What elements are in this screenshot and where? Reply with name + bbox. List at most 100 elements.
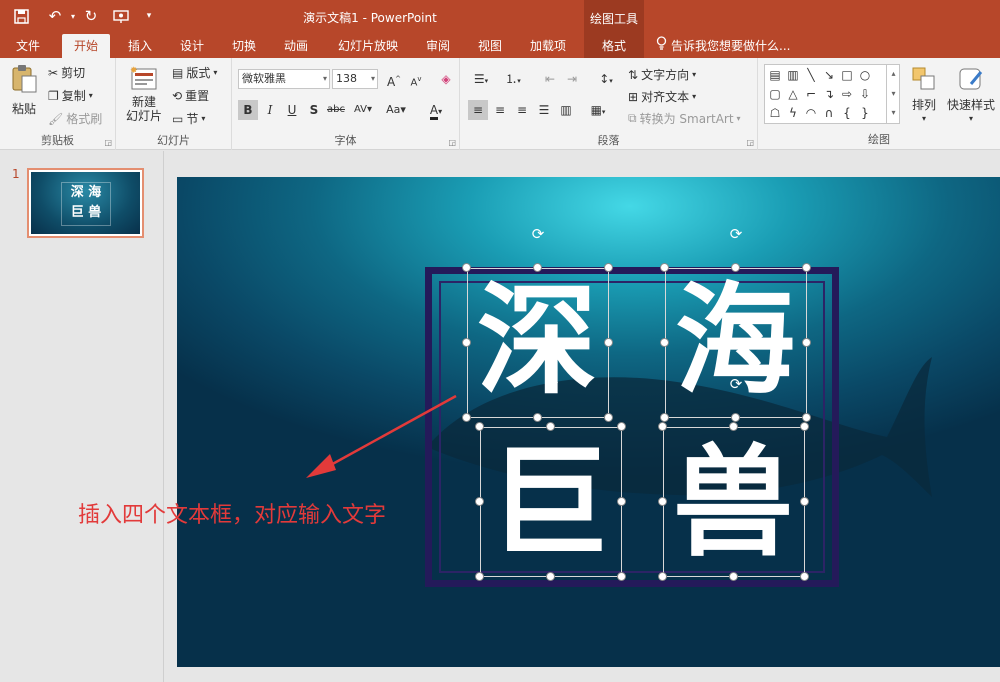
resize-handle[interactable] bbox=[604, 263, 613, 272]
dialog-launcher-icon[interactable]: ◲ bbox=[104, 138, 112, 147]
vertical-textbox-shape-icon[interactable]: ▥ bbox=[785, 67, 801, 83]
resize-handle[interactable] bbox=[617, 497, 626, 506]
font-name-combo[interactable]: 微软雅黑 ▾ bbox=[238, 69, 330, 89]
resize-handle[interactable] bbox=[802, 263, 811, 272]
tab-transitions[interactable]: 切换 bbox=[222, 34, 266, 58]
textbox-shape-icon[interactable]: ▤ bbox=[767, 67, 783, 83]
resize-handle[interactable] bbox=[604, 338, 613, 347]
right-brace-shape-icon[interactable]: } bbox=[857, 105, 873, 121]
tab-animations[interactable]: 动画 bbox=[274, 34, 318, 58]
strikethrough-icon[interactable]: abc bbox=[326, 100, 346, 120]
resize-handle[interactable] bbox=[617, 422, 626, 431]
arrange-button[interactable]: 排列 ▾ bbox=[908, 66, 940, 123]
tab-home[interactable]: 开始 bbox=[62, 34, 110, 58]
down-arrow-shape-icon[interactable]: ⇩ bbox=[857, 86, 873, 102]
scroll-up-icon[interactable]: ▴ bbox=[887, 64, 900, 84]
tell-me-box[interactable]: 告诉我您想要做什么... bbox=[656, 34, 790, 58]
paragraph-dialog-launcher-icon[interactable]: ◲ bbox=[746, 138, 754, 147]
bullets-icon[interactable]: ☰▾ bbox=[468, 69, 494, 89]
scroll-down-icon[interactable]: ▾ bbox=[887, 84, 900, 104]
rotate-handle-icon[interactable]: ⟳ bbox=[727, 375, 745, 393]
arc-shape-icon[interactable]: ◠ bbox=[803, 105, 819, 121]
tab-design[interactable]: 设计 bbox=[170, 34, 214, 58]
slide-thumbnail[interactable]: 深 海 巨 兽 bbox=[27, 168, 144, 238]
tab-view[interactable]: 视图 bbox=[468, 34, 512, 58]
resize-handle[interactable] bbox=[660, 263, 669, 272]
underline-icon[interactable]: U bbox=[282, 100, 302, 120]
elbow-arrow-shape-icon[interactable]: ↴ bbox=[821, 86, 837, 102]
align-right-icon[interactable]: ≡ bbox=[512, 100, 532, 120]
new-slide-button[interactable]: ✸ 新建 幻灯片 bbox=[122, 64, 166, 123]
resize-handle[interactable] bbox=[533, 413, 542, 422]
resize-handle[interactable] bbox=[658, 422, 667, 431]
triangle-shape-icon[interactable]: △ bbox=[785, 86, 801, 102]
change-case-icon[interactable]: Aa▾ bbox=[382, 100, 410, 120]
resize-handle[interactable] bbox=[617, 572, 626, 581]
character-spacing-icon[interactable]: AV▾ bbox=[350, 100, 376, 120]
text-direction-button[interactable]: ⇅ 文字方向 ▾ bbox=[628, 66, 696, 83]
resize-handle[interactable] bbox=[731, 413, 740, 422]
resize-handle[interactable] bbox=[658, 572, 667, 581]
convert-smartart-button[interactable]: ⧉ 转换为 SmartArt ▾ bbox=[628, 110, 741, 127]
resize-handle[interactable] bbox=[800, 572, 809, 581]
freeform-shape-icon[interactable]: ☖ bbox=[767, 105, 783, 121]
resize-handle[interactable] bbox=[729, 422, 738, 431]
resize-handle[interactable] bbox=[475, 572, 484, 581]
clear-formatting-icon[interactable]: ◈ bbox=[436, 69, 456, 89]
rotate-handle-icon[interactable]: ⟳ bbox=[543, 375, 561, 393]
layout-button[interactable]: ▤ 版式 ▾ bbox=[172, 64, 217, 81]
resize-handle[interactable] bbox=[546, 572, 555, 581]
bold-icon[interactable]: B bbox=[238, 100, 258, 120]
resize-handle[interactable] bbox=[802, 338, 811, 347]
tab-insert[interactable]: 插入 bbox=[118, 34, 162, 58]
line-shape-icon[interactable]: ╲ bbox=[803, 67, 819, 83]
tab-slideshow[interactable]: 幻灯片放映 bbox=[332, 34, 404, 58]
tab-addins[interactable]: 加载项 bbox=[522, 34, 574, 58]
resize-handle[interactable] bbox=[462, 338, 471, 347]
cut-button[interactable]: ✂ 剪切 bbox=[48, 64, 85, 81]
rectangle-shape-icon[interactable]: □ bbox=[839, 67, 855, 83]
right-arrow-shape-icon[interactable]: ⇨ bbox=[839, 86, 855, 102]
resize-handle[interactable] bbox=[802, 413, 811, 422]
quick-styles-button[interactable]: 快速样式 ▾ bbox=[946, 66, 996, 123]
font-dialog-launcher-icon[interactable]: ◲ bbox=[448, 138, 456, 147]
align-center-icon[interactable]: ≡ bbox=[490, 100, 510, 120]
text-shadow-icon[interactable]: S bbox=[304, 100, 324, 120]
distributed-icon[interactable]: ▥ bbox=[556, 100, 576, 120]
shapes-scroll[interactable]: ▴ ▾ ▾ bbox=[886, 64, 900, 124]
resize-handle[interactable] bbox=[533, 263, 542, 272]
scribble-shape-icon[interactable]: ϟ bbox=[785, 105, 801, 121]
rotate-handle-icon[interactable]: ⟳ bbox=[529, 225, 547, 243]
format-painter-button[interactable]: 🖌 格式刷 bbox=[48, 110, 102, 127]
resize-handle[interactable] bbox=[604, 413, 613, 422]
section-button[interactable]: ▭ 节 ▾ bbox=[172, 110, 205, 127]
increase-indent-icon[interactable]: ⇥ bbox=[562, 69, 582, 89]
resize-handle[interactable] bbox=[475, 422, 484, 431]
font-size-combo[interactable]: 138 ▾ bbox=[332, 69, 378, 89]
resize-handle[interactable] bbox=[475, 497, 484, 506]
grow-font-icon[interactable]: A^ bbox=[384, 69, 404, 89]
rotate-handle-icon[interactable]: ⟳ bbox=[727, 225, 745, 243]
copy-button[interactable]: ❐ 复制 ▾ bbox=[48, 87, 93, 104]
align-text-button[interactable]: ⊞ 对齐文本 ▾ bbox=[628, 88, 696, 105]
shrink-font-icon[interactable]: Av bbox=[406, 69, 426, 89]
resize-handle[interactable] bbox=[729, 572, 738, 581]
curve-shape-icon[interactable]: ∩ bbox=[821, 105, 837, 121]
reset-button[interactable]: ⟲ 重置 bbox=[172, 87, 209, 104]
tab-review[interactable]: 审阅 bbox=[416, 34, 460, 58]
resize-handle[interactable] bbox=[800, 422, 809, 431]
resize-handle[interactable] bbox=[546, 422, 555, 431]
left-brace-shape-icon[interactable]: { bbox=[839, 105, 855, 121]
tab-format[interactable]: 格式 bbox=[584, 34, 644, 58]
more-shapes-icon[interactable]: ▾ bbox=[887, 104, 900, 122]
decrease-indent-icon[interactable]: ⇤ bbox=[540, 69, 560, 89]
columns-icon[interactable]: ▦▾ bbox=[586, 100, 610, 120]
italic-icon[interactable]: I bbox=[260, 100, 280, 120]
align-left-icon[interactable]: ≡ bbox=[468, 100, 488, 120]
line-spacing-icon[interactable]: ↕▾ bbox=[594, 69, 618, 89]
tab-file[interactable]: 文件 bbox=[6, 34, 50, 58]
paste-button[interactable]: 粘贴 bbox=[8, 64, 40, 117]
font-color-icon[interactable]: A▾ bbox=[424, 100, 448, 120]
arrow-line-shape-icon[interactable]: ↘ bbox=[821, 67, 837, 83]
numbering-icon[interactable]: ⒈▾ bbox=[500, 69, 526, 89]
